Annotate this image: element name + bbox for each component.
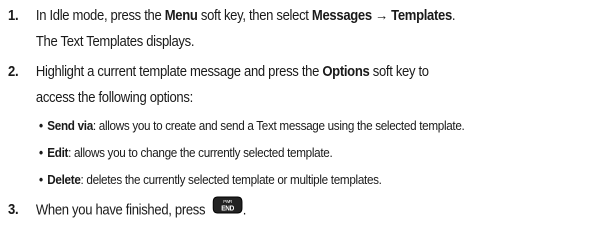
bullet-send-via: • Send via: allows you to create and send… — [39, 115, 465, 137]
step-text-part: When you have finished, press — [35, 202, 209, 219]
bullet-icon: • — [39, 145, 43, 160]
step-text-part: . — [451, 8, 456, 24]
arrow-icon: → — [371, 8, 392, 24]
option-description: : allows you to create and send a Text m… — [92, 118, 465, 133]
step-text: The Text Templates displays. — [35, 34, 195, 50]
end-key-top-label: PWR — [223, 199, 232, 204]
bullet-edit: • Edit: allows you to change the currentl… — [39, 142, 333, 164]
instruction-page: 1. In Idle mode, press the Menu soft key… — [0, 0, 605, 246]
end-key-icon: PWR END — [212, 196, 243, 223]
step-text-part: In Idle mode, press the — [35, 8, 165, 24]
step-text-part: . — [242, 202, 247, 219]
options-softkey-label: Options — [322, 64, 370, 80]
step-text-part: Highlight a current template message and… — [35, 64, 323, 80]
bullet-icon: • — [39, 118, 43, 133]
option-description: : deletes the currently selected templat… — [80, 172, 382, 187]
bullet-icon: • — [39, 172, 43, 187]
step-number: 1. — [8, 8, 19, 24]
step-text: Highlight a current template message and… — [36, 59, 429, 85]
step-number: 2. — [8, 64, 19, 80]
bullet-delete: • Delete: deletes the currently selected … — [39, 169, 382, 191]
option-term: Delete — [47, 172, 81, 187]
step-text-part: soft key to — [369, 64, 429, 80]
step-number: 3. — [8, 202, 19, 218]
option-term: Edit — [47, 145, 69, 160]
option-description: : allows you to change the currently sel… — [68, 145, 333, 160]
step-text: access the following options: — [35, 90, 193, 106]
templates-label: Templates — [391, 8, 452, 24]
messages-label: Messages — [311, 8, 372, 24]
menu-softkey-label: Menu — [164, 8, 198, 24]
step-text: In Idle mode, press the Menu soft key, t… — [35, 3, 456, 29]
step-text: When you have finished, press PWR END . — [35, 196, 247, 224]
step-text-part: soft key, then select — [197, 8, 312, 24]
end-key-bottom-label: END — [221, 205, 234, 212]
option-term: Send via — [47, 118, 93, 133]
